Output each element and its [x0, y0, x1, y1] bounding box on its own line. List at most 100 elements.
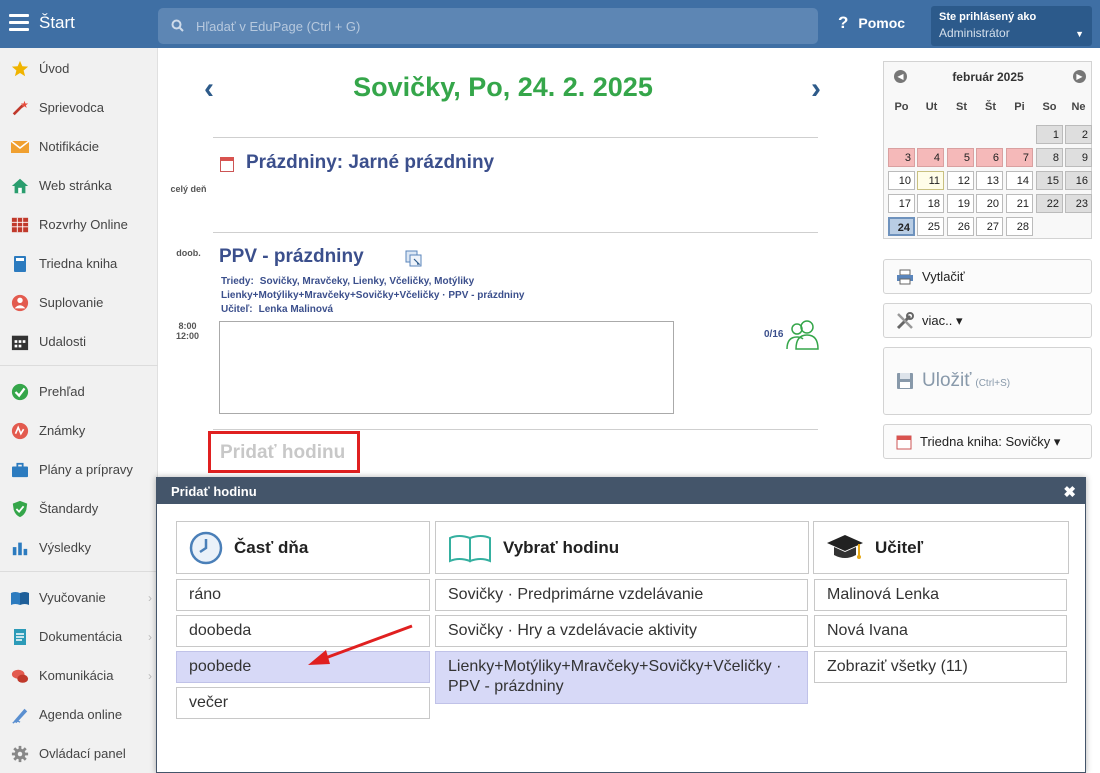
copy-icon[interactable]: [405, 250, 424, 274]
calendar-day[interactable]: 18: [917, 194, 944, 213]
sidebar-item-label: Známky: [39, 423, 86, 438]
calendar-day[interactable]: 28: [1006, 217, 1033, 236]
help-link[interactable]: ? Pomoc: [838, 13, 905, 33]
add-hour-button[interactable]: Pridať hodinu: [208, 431, 360, 473]
classbook-dropdown[interactable]: Triedna kniha: Sovičky ▾: [883, 424, 1092, 459]
divider: [213, 232, 818, 233]
weekday-label: St: [956, 101, 967, 113]
calendar-day[interactable]: 25: [917, 217, 944, 236]
sidebar-item-vysledky[interactable]: Výsledky: [0, 528, 158, 567]
top-bar: Štart ? Pomoc Ste prihlásený ako Adminis…: [0, 0, 1100, 48]
prev-month-icon[interactable]: ◀: [894, 70, 907, 83]
time-to: 12:00: [175, 331, 200, 341]
sidebar-item-suplovanie[interactable]: Suplovanie: [0, 283, 158, 322]
students-icon[interactable]: [785, 318, 821, 355]
lesson-option[interactable]: Sovičky · Hry a vzdelávacie aktivity: [435, 615, 808, 647]
hamburger-menu-icon[interactable]: [9, 14, 29, 32]
calendar-day[interactable]: 4: [917, 148, 944, 167]
home-icon: [10, 176, 30, 196]
calendar-day[interactable]: 11: [917, 171, 944, 190]
search-input[interactable]: [196, 16, 796, 36]
sidebar-item-znamky[interactable]: Známky: [0, 411, 158, 450]
start-link[interactable]: Štart: [39, 13, 75, 33]
weekday-label: Št: [985, 101, 996, 113]
sidebar-item-komunikacia[interactable]: Komunikácia ›: [0, 656, 158, 695]
calendar-day[interactable]: 26: [947, 217, 974, 236]
calendar-day[interactable]: 7: [1006, 148, 1033, 167]
day-part-option[interactable]: ráno: [176, 579, 430, 611]
sidebar-item-label: Prehľad: [39, 384, 85, 399]
calendar-day[interactable]: 1: [1036, 125, 1063, 144]
grade-icon: [10, 421, 30, 441]
calendar-day[interactable]: 17: [888, 194, 915, 213]
sidebar-item-label: Notifikácie: [39, 139, 99, 154]
sidebar-item-dokumentacia[interactable]: Dokumentácia ›: [0, 617, 158, 656]
sidebar-item-rozvrhy[interactable]: Rozvrhy Online: [0, 205, 158, 244]
lesson-option-selected[interactable]: Lienky+Motýliky+Mravčeky+Sovičky+Včeličk…: [435, 651, 808, 704]
lesson-option[interactable]: Sovičky · Predprimárne vzdelávanie: [435, 579, 808, 611]
briefcase-icon: [10, 460, 30, 480]
calendar-day[interactable]: 5: [947, 148, 974, 167]
calendar-day[interactable]: 8: [1036, 148, 1063, 167]
calendar-day[interactable]: 10: [888, 171, 915, 190]
sidebar-item-uvod[interactable]: Úvod: [0, 49, 158, 88]
calendar-day[interactable]: 15: [1036, 171, 1063, 190]
open-book-icon: [10, 588, 30, 608]
document-icon: [10, 627, 30, 647]
next-day-button[interactable]: ›: [811, 72, 821, 106]
calendar-day[interactable]: 6: [976, 148, 1003, 167]
close-icon[interactable]: ✖: [1063, 483, 1076, 501]
lesson-notes-textarea[interactable]: [219, 321, 674, 414]
calendar-day-selected[interactable]: 24: [888, 217, 915, 236]
sidebar-item-sprievodca[interactable]: Sprievodca: [0, 88, 158, 127]
sidebar-item-udalosti[interactable]: Udalosti: [0, 322, 158, 361]
calendar-day[interactable]: 22: [1036, 194, 1063, 213]
lesson-title[interactable]: PPV - prázdniny: [219, 246, 364, 268]
sidebar-item-ovladaci-panel[interactable]: Ovládací panel: [0, 734, 158, 773]
calendar-day[interactable]: 2: [1065, 125, 1092, 144]
sidebar-item-label: Web stránka: [39, 178, 112, 193]
sidebar-item-agenda[interactable]: Agenda online: [0, 695, 158, 734]
sidebar-item-label: Suplovanie: [39, 295, 104, 310]
sidebar-item-notifikacie[interactable]: Notifikácie: [0, 127, 158, 166]
day-part-option[interactable]: večer: [176, 687, 430, 719]
sidebar-item-label: Agenda online: [39, 707, 123, 722]
save-button[interactable]: Uložiť (Ctrl+S): [883, 347, 1092, 415]
weekday-label: Pi: [1014, 101, 1025, 113]
search-box[interactable]: [158, 8, 818, 44]
next-month-icon[interactable]: ▶: [1073, 70, 1086, 83]
sidebar-item-prehlad[interactable]: Prehľad: [0, 372, 158, 411]
calendar-month: február 2025: [952, 70, 1024, 84]
holiday-event-title[interactable]: Prázdniny: Jarné prázdniny: [246, 152, 494, 174]
calendar-day[interactable]: 9: [1065, 148, 1092, 167]
teacher-option[interactable]: Nová Ivana: [814, 615, 1067, 647]
star-icon: [10, 59, 30, 79]
page-title: Sovičky, Po, 24. 2. 2025: [353, 72, 653, 102]
sidebar-item-standardy[interactable]: Štandardy: [0, 489, 158, 528]
calendar-day[interactable]: 16: [1065, 171, 1092, 190]
calendar-day[interactable]: 27: [976, 217, 1003, 236]
sidebar-item-vyucovanie[interactable]: Vyučovanie ›: [0, 578, 158, 617]
prev-day-button[interactable]: ‹: [204, 72, 214, 106]
show-all-teachers-option[interactable]: Zobraziť všetky (11): [814, 651, 1067, 683]
calendar-day[interactable]: 23: [1065, 194, 1092, 213]
calendar-day[interactable]: 3: [888, 148, 915, 167]
sidebar-item-triedna-kniha[interactable]: Triedna kniha: [0, 244, 158, 283]
account-menu[interactable]: Ste prihlásený ako Administrátor ▼: [931, 6, 1092, 46]
print-button[interactable]: Vytlačiť: [883, 259, 1092, 294]
sidebar-item-plany[interactable]: Plány a prípravy: [0, 450, 158, 489]
weekday-label: Po: [894, 101, 909, 113]
teacher-option[interactable]: Malinová Lenka: [814, 579, 1067, 611]
check-circle-icon: [10, 382, 30, 402]
calendar-day[interactable]: 13: [976, 171, 1003, 190]
substitute-icon: [10, 293, 30, 313]
teacher-column-header: Učiteľ: [813, 521, 1069, 574]
calendar-day[interactable]: 12: [947, 171, 974, 190]
calendar-day[interactable]: 14: [1006, 171, 1033, 190]
sidebar-item-web-stranka[interactable]: Web stránka: [0, 166, 158, 205]
calendar-day[interactable]: 20: [976, 194, 1003, 213]
calendar-day[interactable]: 21: [1006, 194, 1033, 213]
calendar-day[interactable]: 19: [947, 194, 974, 213]
more-button[interactable]: viac.. ▾: [883, 303, 1092, 338]
sidebar-item-label: Úvod: [39, 61, 70, 76]
